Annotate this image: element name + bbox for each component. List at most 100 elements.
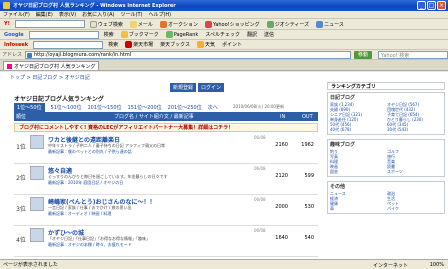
infoseek-logo[interactable]: Infoseek (2, 40, 30, 49)
mail-icon (129, 20, 137, 28)
entry-date: 06/08 (254, 197, 266, 202)
sidebar-link[interactable]: バイク (387, 206, 442, 211)
address-bar: アドレス http://oyaji.blogmura.com/rank/in.h… (0, 50, 448, 60)
entry-date: 06/08 (254, 135, 266, 140)
rank-number: 2位 (16, 175, 26, 182)
yahoo-search-input[interactable] (14, 20, 85, 28)
google-toolbar: Google 検索 ブックマーク PageRank スペルチェック 翻訳 送信 (0, 30, 448, 40)
close-button[interactable]: × (437, 1, 446, 10)
security-zone: インターネット (372, 263, 408, 269)
yahoo-toolbar: Y! ウェブ検索 メール オークション Yahoo!ショッピング ジオシティーズ… (0, 19, 448, 30)
infoseek-toolbar: Infoseek 検索 楽天市場 楽天ブックス 天気 ポイント (0, 40, 448, 50)
shopping-button[interactable]: Yahoo!ショッピング (203, 20, 262, 29)
sidebar-link[interactable]: 園芸 (330, 169, 385, 174)
address-input[interactable]: http://oyaji.blogmura.com/rank/in.html (25, 50, 351, 59)
weather-button[interactable]: 天気 (195, 40, 217, 49)
ie-icon (3, 2, 10, 9)
minimize-button[interactable]: _ (417, 1, 426, 10)
entry-date: 06/08 (254, 228, 266, 233)
web-search-button[interactable]: ウェブ検索 (88, 20, 125, 29)
go-button[interactable]: 移動 (354, 50, 372, 59)
spellcheck-button[interactable]: スペルチェック (203, 30, 242, 39)
tab-1-50[interactable]: 1位～50位 (14, 103, 45, 112)
google-search-button[interactable]: 検索 (102, 30, 116, 39)
news-button[interactable]: ニュース (314, 20, 346, 29)
table-row: 1位 ワカと後継との遠距離楽日 06/08 中年リストラ / 子供二人 / 妻子… (14, 134, 318, 164)
sidebar-heading: ランキングカテゴリ (327, 82, 445, 90)
auction-button[interactable]: オークション (158, 20, 200, 29)
browser-window: オヤジ日記ブログ村 人気ランキング - Windows Internet Exp… (0, 0, 448, 269)
zoom-level[interactable]: 100% (430, 262, 444, 268)
blog-thumbnail[interactable] (30, 166, 44, 180)
promo-banner[interactable]: ブログ村にコメントしやすく! 資格のLECがアフィリエイトパートナー大募集！詳細… (14, 123, 318, 132)
blog-thumbnail[interactable] (30, 228, 44, 242)
sun-icon (197, 41, 205, 48)
sidebar-link[interactable]: 30代 (543) (387, 127, 442, 132)
browser-search-input[interactable]: Yahoo! 検索 (378, 50, 448, 59)
bookmark-button[interactable]: ブックマーク (119, 30, 161, 39)
search-icon (89, 20, 97, 28)
sidebar-link[interactable]: 40代 (678) (330, 127, 385, 132)
window-title: オヤジ日記ブログ村 人気ランキング - Windows Internet Exp… (13, 3, 176, 9)
infoseek-search-input[interactable] (33, 40, 104, 49)
sidebar-box-diary: 日記ブログ 家族 (1,234) オヤジ日記 (567) 夫婦 (890) 団塊… (327, 92, 445, 135)
blog-description: 「オヤジ日記」「仕事日記」「お得なお得な情報」「趣味」 (48, 236, 150, 241)
page-title: オヤジ日記ブログ人気ランキング (14, 96, 104, 103)
tab-next[interactable]: 次へ (208, 104, 218, 111)
latest-post-link[interactable]: 最新記事 : 2010年 庭園日記 / オヤジの日 (48, 180, 254, 185)
menu-view[interactable]: 表示(V) (59, 11, 76, 18)
blog-thumbnail[interactable] (30, 197, 44, 211)
col-blog: ブログ名 / サイト紹介文 / 最新記事 (114, 114, 194, 120)
send-button[interactable]: 送信 (262, 30, 276, 39)
geocities-button[interactable]: ジオシティーズ (265, 20, 311, 29)
latest-post-link[interactable]: 最新記事 : オーディオ / 映画 / 料理 (48, 211, 254, 216)
tab-ranking[interactable]: オヤジ日記ブログ村 人気ランキング (3, 61, 100, 70)
yahoo-logo[interactable]: Y! (2, 20, 12, 29)
star-icon (120, 31, 128, 38)
menu-tools[interactable]: ツール(T) (121, 11, 143, 18)
status-bar: ページが表示されました インターネット 100% (0, 259, 448, 269)
translate-button[interactable]: 翻訳 (245, 30, 259, 39)
latest-post-link[interactable]: 最新記事 : 僕のペットとの別れ / 子供ら達の話 (48, 149, 254, 154)
menu-file[interactable]: ファイル(F) (3, 11, 30, 18)
blog-description: ぐっすりのんびりと毎日を過ごしています。年金暮らしの日々です (48, 174, 168, 179)
table-row: 2位 悠々自適 06/08 ぐっすりのんびりと毎日を過ごしています。年金暮らしの… (14, 165, 318, 195)
rank-number: 4位 (16, 237, 26, 244)
tab-201-250[interactable]: 201位～250位 (168, 104, 202, 111)
in-count: 1640 (275, 235, 288, 241)
news-icon (316, 20, 324, 28)
out-count: 530 (304, 204, 314, 210)
rank-number: 3位 (16, 206, 26, 213)
table-header: 順位 ブログ名 / サイト紹介文 / 最新記事 IN OUT (14, 112, 318, 121)
geocities-icon (266, 20, 274, 28)
rakuten-button[interactable]: 楽天市場 (123, 40, 155, 49)
login-button[interactable]: ログイン (198, 83, 225, 92)
tab-51-100[interactable]: 51位～100位 (51, 104, 82, 111)
tab-151-200[interactable]: 151位～200位 (128, 104, 162, 111)
blog-description: 一言日記 / 家族 / 仕事 / おでかけ / 旅の思い出 (48, 205, 132, 210)
sidebar-link[interactable]: スポーツ (387, 169, 442, 174)
menu-help[interactable]: ヘルプ(H) (148, 11, 171, 18)
in-count: 2120 (275, 173, 288, 179)
blog-thumbnail[interactable] (30, 135, 44, 149)
category-sidebar: 日記ブログ 家族 (1,234) オヤジ日記 (567) 夫婦 (890) 団塊… (327, 92, 445, 218)
entry-date: 06/08 (254, 166, 266, 171)
address-label: アドレス (2, 52, 23, 58)
menu-favorites[interactable]: お気に入り(A) (82, 11, 114, 18)
pagerank-icon (165, 31, 173, 38)
menu-edit[interactable]: 編集(E) (36, 11, 53, 18)
google-search-input[interactable] (28, 30, 99, 39)
latest-post-link[interactable]: 最新記事 : オヤジの本棚 / 時々、お疲れモード (48, 242, 254, 247)
status-text: ページが表示されました (3, 262, 58, 268)
maximize-button[interactable]: □ (427, 1, 436, 10)
infoseek-search-button[interactable]: 検索 (106, 40, 120, 49)
auction-icon (159, 20, 167, 28)
pagerank-button[interactable]: PageRank (164, 30, 201, 39)
books-button[interactable]: 楽天ブックス (158, 40, 192, 49)
tab-101-150[interactable]: 101位～150位 (87, 104, 121, 111)
register-button[interactable]: 新規登録 (170, 83, 197, 92)
mail-button[interactable]: メール (128, 20, 155, 29)
point-button[interactable]: ポイント (220, 40, 244, 49)
sidebar-link[interactable]: 車 (330, 206, 385, 211)
google-logo[interactable]: Google (2, 30, 26, 39)
